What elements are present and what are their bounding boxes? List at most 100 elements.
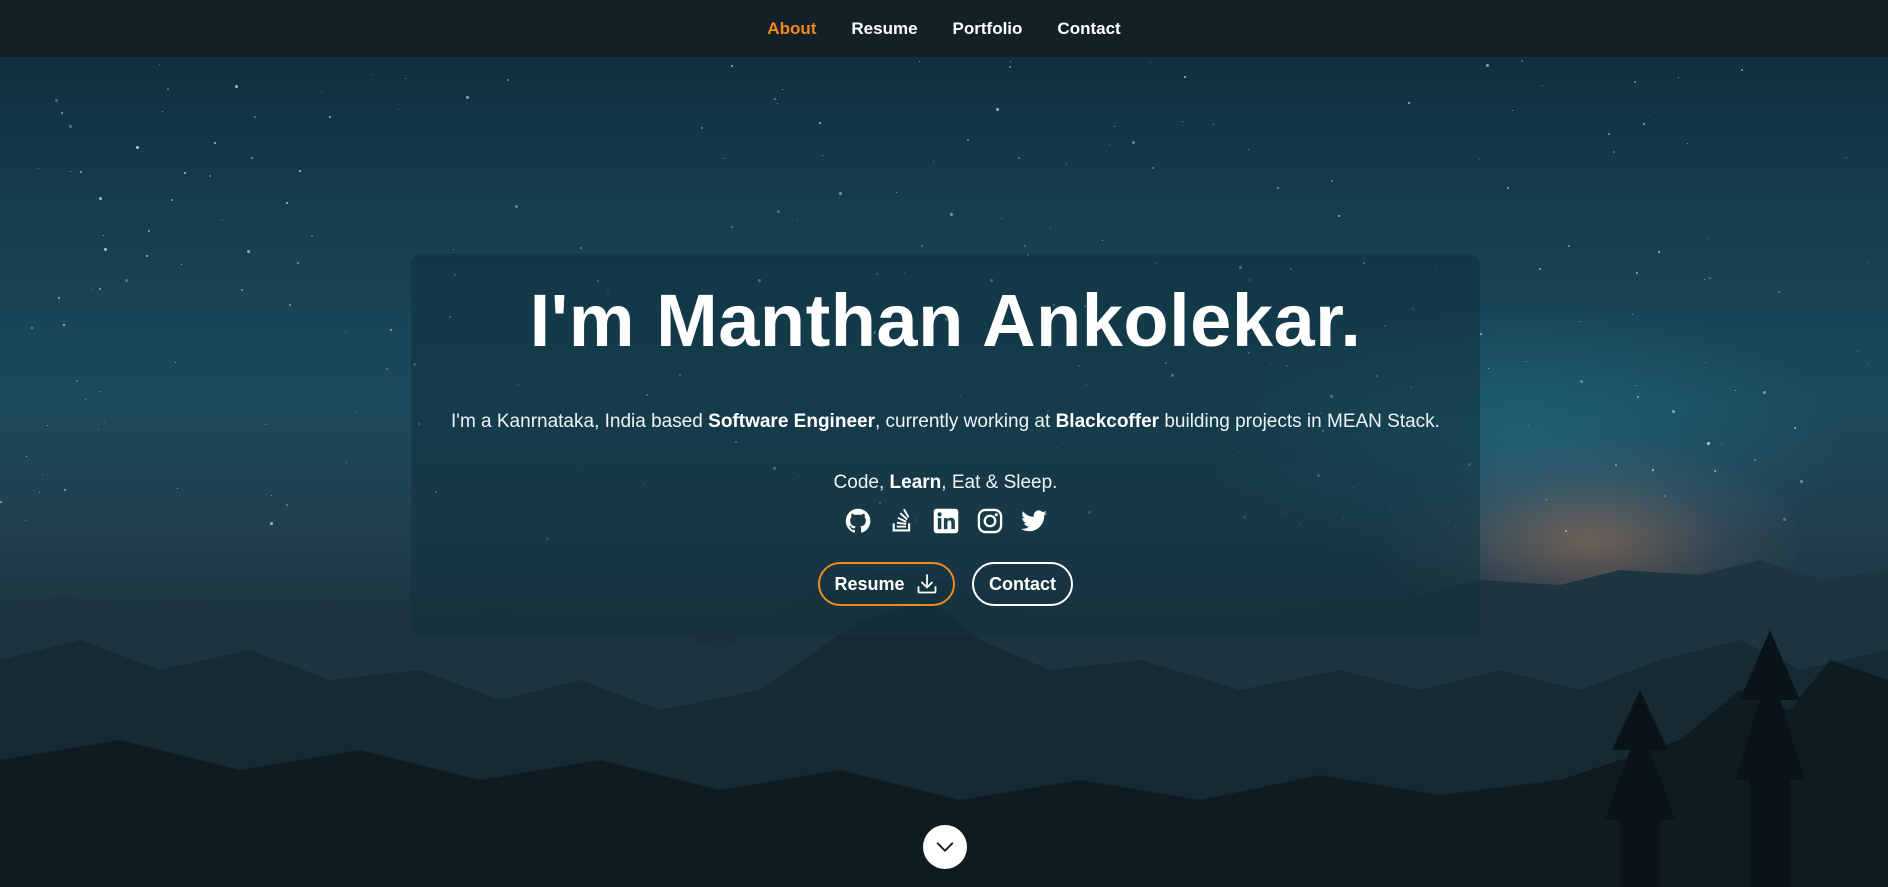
hero-card: I'm Manthan Ankolekar. I'm a Kanrnataka,… xyxy=(411,254,1480,636)
scroll-down-button[interactable] xyxy=(923,825,967,869)
star xyxy=(329,116,331,118)
star xyxy=(507,79,509,81)
star xyxy=(31,327,33,329)
star xyxy=(919,61,920,62)
intro-text: I'm a Kanrnataka, India based Software E… xyxy=(411,411,1480,433)
star xyxy=(1132,141,1135,144)
star xyxy=(38,168,39,169)
star xyxy=(1486,64,1489,67)
star xyxy=(270,522,273,525)
star xyxy=(1658,251,1660,253)
star xyxy=(167,88,169,90)
star xyxy=(80,171,82,173)
star xyxy=(184,172,186,174)
nav-contact[interactable]: Contact xyxy=(1057,19,1120,39)
star xyxy=(466,96,469,99)
star xyxy=(356,412,357,413)
star xyxy=(1643,123,1645,125)
star xyxy=(777,210,780,213)
hero-title: I'm Manthan Ankolekar. xyxy=(529,279,1362,362)
star xyxy=(1001,218,1002,219)
top-navbar: About Resume Portfolio Contact xyxy=(0,0,1888,57)
star xyxy=(345,331,346,332)
star xyxy=(1539,268,1541,270)
star xyxy=(247,250,250,253)
star xyxy=(1741,69,1743,71)
star xyxy=(214,142,216,144)
star xyxy=(1050,228,1051,229)
star xyxy=(146,255,148,257)
star xyxy=(175,362,176,363)
star xyxy=(1649,115,1650,116)
star xyxy=(1277,187,1279,189)
star xyxy=(61,112,63,114)
resume-button[interactable]: Resume xyxy=(818,562,955,606)
star xyxy=(125,279,128,282)
star xyxy=(731,226,733,228)
star xyxy=(1868,363,1869,364)
star xyxy=(1678,77,1679,78)
star xyxy=(1687,143,1688,144)
contact-button[interactable]: Contact xyxy=(972,562,1073,606)
star xyxy=(171,199,173,201)
star xyxy=(286,202,288,204)
star xyxy=(1114,126,1115,127)
contact-button-label: Contact xyxy=(989,573,1056,594)
instagram-icon[interactable] xyxy=(976,507,1004,535)
star xyxy=(1152,167,1154,169)
linkedin-icon[interactable] xyxy=(932,507,960,535)
star xyxy=(819,122,821,124)
star xyxy=(372,74,373,75)
github-icon[interactable] xyxy=(844,507,872,535)
star xyxy=(1868,262,1869,263)
star xyxy=(346,462,347,463)
star xyxy=(398,109,399,110)
star xyxy=(822,155,823,156)
star xyxy=(241,289,243,291)
star xyxy=(99,288,101,290)
star xyxy=(42,474,43,475)
star xyxy=(286,504,288,506)
star xyxy=(1109,144,1110,145)
star xyxy=(58,297,60,299)
star xyxy=(1479,159,1480,160)
download-icon xyxy=(917,574,936,594)
social-links xyxy=(411,507,1480,535)
star xyxy=(0,501,2,503)
star xyxy=(1542,85,1543,86)
star xyxy=(1009,66,1011,68)
star xyxy=(271,495,272,496)
star xyxy=(724,158,725,159)
star xyxy=(1521,60,1523,62)
star xyxy=(1018,157,1020,159)
star xyxy=(39,492,40,493)
star xyxy=(453,249,454,250)
stackoverflow-icon[interactable] xyxy=(888,507,916,535)
star xyxy=(209,175,211,177)
nav-resume[interactable]: Resume xyxy=(851,19,917,39)
star xyxy=(1408,102,1410,104)
star xyxy=(1608,133,1610,135)
star xyxy=(1213,124,1214,125)
twitter-icon[interactable] xyxy=(1020,507,1048,535)
star xyxy=(1568,245,1570,247)
nav-portfolio[interactable]: Portfolio xyxy=(953,19,1023,39)
star xyxy=(289,304,291,306)
star xyxy=(104,248,107,251)
nav-about[interactable]: About xyxy=(767,19,816,39)
star xyxy=(76,380,78,382)
intro-role: Software Engineer xyxy=(708,411,875,432)
motto-text: Code, Learn, Eat & Sleep. xyxy=(411,472,1480,494)
star xyxy=(405,78,406,79)
star xyxy=(311,235,313,237)
resume-button-label: Resume xyxy=(834,573,905,594)
star xyxy=(148,230,150,232)
star xyxy=(64,489,66,491)
star xyxy=(1102,240,1103,241)
star xyxy=(162,111,163,112)
star xyxy=(967,139,969,141)
star xyxy=(1613,151,1615,153)
chevron-down-icon xyxy=(936,842,954,852)
star xyxy=(1184,76,1186,78)
intro-part3: building projects in MEAN Stack. xyxy=(1159,411,1440,432)
